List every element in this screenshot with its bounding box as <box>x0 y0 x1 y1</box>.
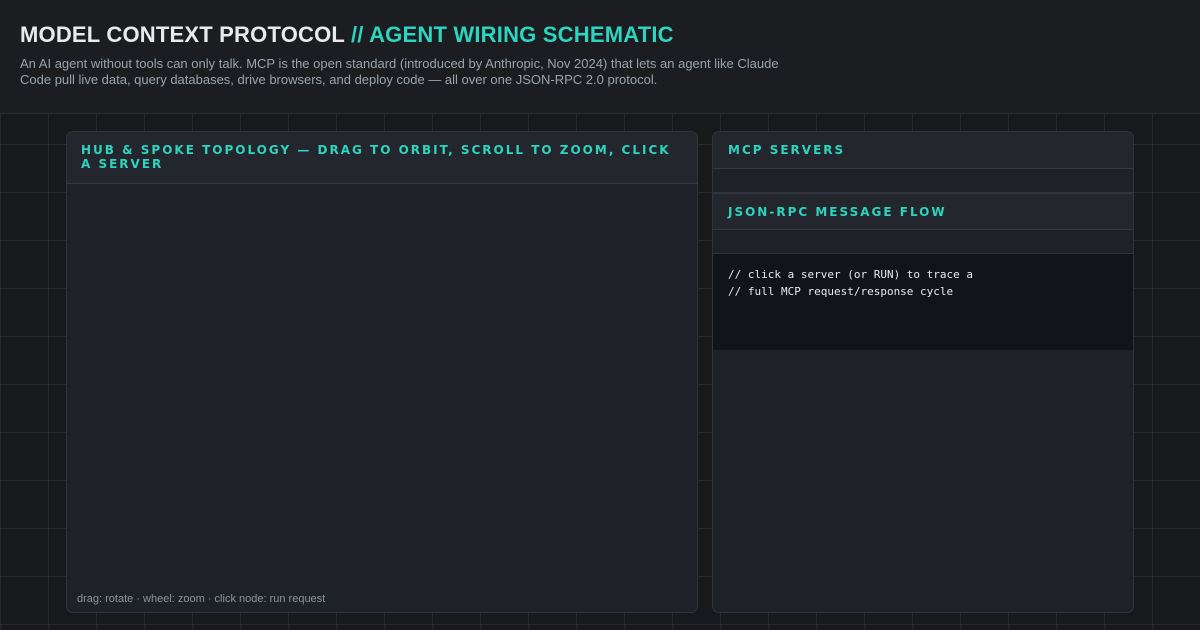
topology-canvas[interactable] <box>67 184 697 612</box>
servers-heading: MCP Servers <box>713 132 1133 169</box>
server-list[interactable] <box>713 169 1133 193</box>
title-main: MODEL CONTEXT PROTOCOL <box>20 22 345 47</box>
topology-panel: Hub & Spoke Topology — Drag to Orbit, Sc… <box>66 131 698 613</box>
title-accent: // AGENT WIRING SCHEMATIC <box>350 22 674 47</box>
page-title: MODEL CONTEXT PROTOCOL // AGENT WIRING S… <box>20 22 1180 48</box>
topology-heading: Hub & Spoke Topology — Drag to Orbit, Sc… <box>67 132 697 184</box>
message-console: // click a server (or RUN) to trace a // … <box>713 254 1133 350</box>
flow-controls[interactable] <box>713 230 1133 254</box>
console-line: // full MCP request/response cycle <box>728 285 954 298</box>
side-panel: MCP Servers JSON-RPC Message Flow // cli… <box>712 131 1134 613</box>
topology-hint: drag: rotate · wheel: zoom · click node:… <box>77 593 326 605</box>
flow-heading: JSON-RPC Message Flow <box>713 193 1133 230</box>
page-header: MODEL CONTEXT PROTOCOL // AGENT WIRING S… <box>0 0 1200 114</box>
page-subtitle: An AI agent without tools can only talk.… <box>20 56 779 87</box>
console-line: // click a server (or RUN) to trace a <box>728 268 974 281</box>
